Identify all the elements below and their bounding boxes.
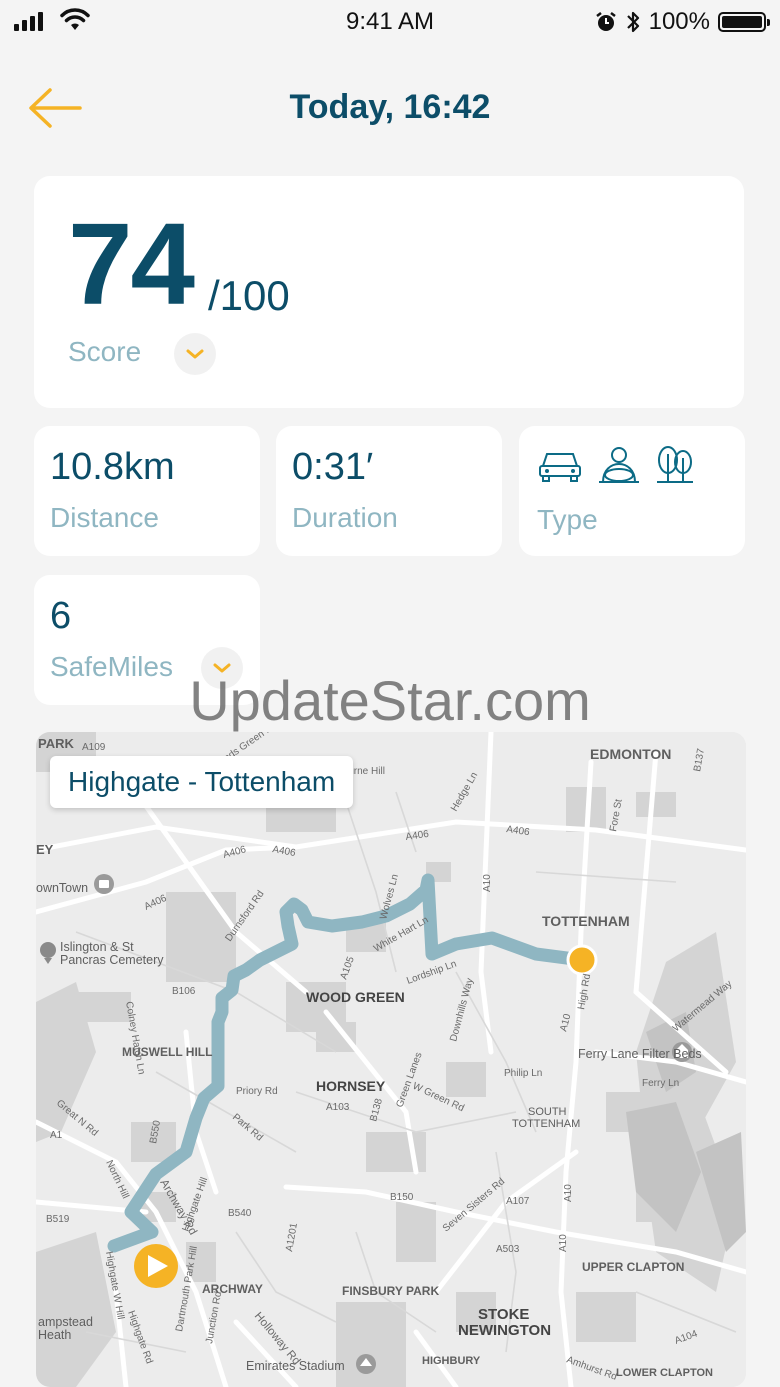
- map-label-park: PARK: [38, 736, 74, 751]
- map-label-newington: NEWINGTON: [458, 1322, 551, 1339]
- map-label-upper-clapton: UPPER CLAPTON: [582, 1260, 684, 1274]
- map-label-highbury: HIGHBURY: [422, 1355, 481, 1367]
- map-label-south-tottenham: TOTTENHAM: [512, 1118, 580, 1130]
- header: Today, 16:42: [0, 70, 780, 146]
- road-b540: B540: [228, 1208, 252, 1219]
- map-label-archway: ARCHWAY: [202, 1282, 263, 1296]
- duration-card: 0:31′ Duration: [276, 426, 502, 556]
- map-label-islington: Islington & St: [60, 940, 134, 954]
- road-a10-1: A10: [482, 874, 493, 892]
- map-label-ferry-lane: Ferry Lane Filter Beds: [578, 1047, 702, 1061]
- status-bar: 9:41 AM 100%: [0, 0, 780, 44]
- road-b106: B106: [172, 986, 196, 997]
- end-marker[interactable]: [566, 944, 598, 976]
- road-ferry-ln: Ferry Ln: [642, 1078, 679, 1089]
- road-b150: B150: [390, 1192, 414, 1203]
- score-card: 74 /100 Score: [34, 176, 744, 408]
- map-label-lower-clapton: LOWER CLAPTON: [616, 1367, 713, 1379]
- road-philip: Philip Ln: [504, 1068, 542, 1079]
- status-right: 100%: [595, 8, 770, 36]
- battery-icon: [718, 12, 770, 32]
- stadium-icon: [356, 1354, 376, 1374]
- duration-value: 0:31′: [292, 446, 374, 488]
- alarm-icon: [595, 12, 616, 31]
- distance-value: 10.8km: [50, 446, 175, 488]
- map-label-ey: EY: [36, 842, 54, 857]
- trees-icon: [657, 446, 693, 483]
- map-label-owntown: ownTown: [36, 881, 88, 895]
- map-label-heath: Heath: [38, 1328, 71, 1342]
- road-a1: A1: [50, 1130, 63, 1141]
- road-b519: B519: [46, 1214, 70, 1225]
- map-label-hornsey: HORNSEY: [316, 1078, 386, 1094]
- page-title: Today, 16:42: [289, 88, 491, 126]
- camera-pin-icon: [94, 874, 114, 894]
- score-max: /100: [208, 272, 290, 319]
- map-label-ampstead: ampstead: [38, 1315, 93, 1329]
- map-canvas: PARK EDMONTON TOTTENHAM EY WOOD GREEN MU…: [36, 732, 746, 1387]
- type-label: Type: [537, 504, 598, 535]
- distance-card: 10.8km Distance: [34, 426, 260, 556]
- distance-label: Distance: [50, 502, 159, 533]
- chevron-down-icon: [186, 349, 204, 359]
- route-label: Highgate - Tottenham: [50, 756, 354, 808]
- road-a107: A107: [506, 1196, 530, 1207]
- map-label-tottenham: TOTTENHAM: [542, 913, 630, 929]
- map-label-finsbury-park: FINSBURY PARK: [342, 1284, 439, 1298]
- score-expand-button[interactable]: [174, 333, 216, 375]
- road-a503: A503: [496, 1244, 520, 1255]
- road-priory: Priory Rd: [236, 1086, 278, 1097]
- battery-percentage: 100%: [648, 8, 710, 35]
- road-a10-3: A10: [563, 1184, 574, 1202]
- road-a10-4: A10: [558, 1234, 569, 1252]
- map-label-south: SOUTH: [528, 1106, 567, 1118]
- car-icon: [539, 453, 581, 482]
- type-icons: [537, 444, 695, 486]
- map-label-stoke: STOKE: [478, 1306, 529, 1323]
- route-map[interactable]: PARK EDMONTON TOTTENHAM EY WOOD GREEN MU…: [36, 732, 746, 1387]
- map-label-edmonton: EDMONTON: [590, 746, 671, 762]
- score-value: 74: [68, 199, 195, 329]
- watermark: UpdateStar.com: [189, 669, 591, 732]
- type-card[interactable]: Type: [519, 426, 745, 556]
- map-label-wood-green: WOOD GREEN: [306, 989, 405, 1005]
- road-a109: A109: [82, 742, 106, 753]
- duration-label: Duration: [292, 502, 398, 533]
- driver-icon: [599, 447, 639, 483]
- bluetooth-icon: [626, 11, 639, 33]
- safemiles-value: 6: [50, 595, 72, 637]
- road-a103: A103: [326, 1102, 350, 1113]
- score-label: Score: [68, 336, 142, 367]
- map-label-pancras: Pancras Cemetery: [60, 953, 164, 967]
